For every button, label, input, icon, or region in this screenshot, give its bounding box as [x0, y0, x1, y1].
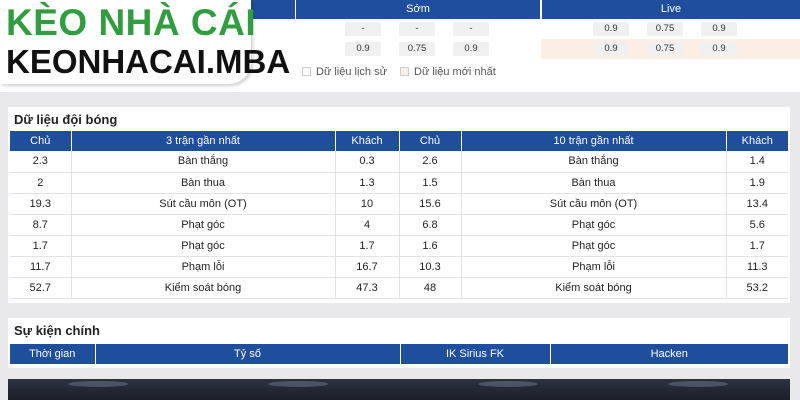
odds-value[interactable]: - [345, 22, 381, 36]
cell: Phạt góc [461, 214, 727, 236]
logo-line2: KEONHACAI.MBA [6, 43, 291, 80]
cell: 1.7 [335, 235, 400, 257]
odds-value[interactable]: 0.9 [345, 42, 381, 56]
cell: 16.7 [335, 256, 400, 278]
cell: 11.7 [10, 256, 72, 278]
cell: Sút cầu môn (OT) [71, 193, 336, 215]
cell: 11.3 [726, 256, 788, 278]
col-away-team: Hacken [550, 344, 788, 364]
table-row: 8.7 Phạt góc 4 6.8 Phạt góc 5.6 [10, 214, 788, 236]
cell: 10.3 [399, 256, 462, 278]
cell: Phạt góc [71, 214, 336, 236]
cell: Bàn thắng [71, 151, 336, 173]
odds-value[interactable]: - [453, 22, 489, 36]
legend-latest: Dữ liệu mới nhất [400, 66, 496, 78]
cell: 5.6 [726, 214, 788, 236]
odds-header-live: Live [542, 0, 800, 19]
team-stats-table: Chủ 3 trận gần nhất Khách Chủ 10 trận gầ… [10, 131, 788, 299]
col-home: Chủ [399, 131, 462, 151]
cell: 8.7 [10, 214, 72, 236]
odds-value[interactable]: 0.75 [647, 22, 683, 36]
legend-history-label: Dữ liệu lịch sử [316, 66, 387, 78]
team-data-title: Dữ liệu đội bóng [14, 112, 118, 127]
logo-line1: KÈO NHÀ CÁI [6, 2, 257, 43]
odds-header-blank [251, 0, 295, 19]
cell: 52.7 [10, 277, 72, 299]
events-header-row: Thời gian Tỷ số IK Sirius FK Hacken [10, 344, 788, 364]
cell: Kiểm soát bóng [461, 277, 727, 299]
cell: 1.5 [399, 172, 462, 194]
legend-latest-swatch [400, 67, 409, 76]
table-row: 2 Bàn thua 1.3 1.5 Bàn thua 1.9 [10, 172, 788, 194]
table-row: 1.7 Phạt góc 1.7 1.6 Phạt góc 1.7 [10, 235, 788, 257]
cell: 1.6 [399, 235, 462, 257]
legend-history-swatch [302, 67, 311, 76]
col-away: Khách [335, 131, 400, 151]
odds-value[interactable]: - [399, 22, 435, 36]
cell: Bàn thua [71, 172, 336, 194]
cell: 0.3 [335, 151, 400, 173]
odds-value[interactable]: 0.75 [647, 42, 683, 56]
team-data-panel: Dữ liệu đội bóng Chủ 3 trận gần nhất Khá… [8, 107, 790, 303]
table-row: 2.3 Bàn thắng 0.3 2.6 Bàn thắng 1.4 [10, 151, 788, 173]
cell: 2.6 [399, 151, 462, 173]
table-row: 19.3 Sút cầu môn (OT) 10 15.6 Sút cầu mô… [10, 193, 788, 215]
cell: 53.2 [726, 277, 788, 299]
cell: Phạm lỗi [461, 256, 727, 278]
cell: 4 [335, 214, 400, 236]
cell: 13.4 [726, 193, 788, 215]
cell: Phạm lỗi [71, 256, 336, 278]
col-home: Chủ [10, 131, 72, 151]
cell: 2.3 [10, 151, 72, 173]
events-panel: Sự kiện chính Thời gian Tỷ số IK Sirius … [8, 318, 790, 368]
cell: 2 [10, 172, 72, 194]
site-logo[interactable]: KÈO NHÀ CÁI KEONHACAI.MBA [0, 0, 290, 84]
table-row: 11.7 Phạm lỗi 16.7 10.3 Phạm lỗi 11.3 [10, 256, 788, 278]
cell: 1.4 [726, 151, 788, 173]
stadium-image [8, 379, 790, 400]
team-stats-header-row: Chủ 3 trận gần nhất Khách Chủ 10 trận gầ… [10, 131, 788, 151]
cell: 19.3 [10, 193, 72, 215]
cell: Sút cầu môn (OT) [461, 193, 727, 215]
cell: 1.7 [10, 235, 72, 257]
odds-value[interactable]: 0.9 [593, 22, 629, 36]
cell: 47.3 [335, 277, 400, 299]
cell: Kiểm soát bóng [71, 277, 336, 299]
col-last3: 3 trận gần nhất [71, 131, 336, 151]
table-row: 52.7 Kiểm soát bóng 47.3 48 Kiểm soát bó… [10, 277, 788, 299]
cell: 15.6 [399, 193, 462, 215]
cell: Phạt góc [71, 235, 336, 257]
col-last10: 10 trận gần nhất [461, 131, 727, 151]
cell: 48 [399, 277, 462, 299]
col-home-team: IK Sirius FK [400, 344, 551, 364]
odds-header-early: Sớm [296, 0, 540, 19]
odds-value[interactable]: 0.9 [453, 42, 489, 56]
odds-value[interactable]: 0.9 [701, 42, 737, 56]
col-away: Khách [726, 131, 788, 151]
col-score: Tỷ số [95, 344, 401, 364]
odds-value[interactable]: 0.75 [399, 42, 435, 56]
cell: 10 [335, 193, 400, 215]
cell: Bàn thắng [461, 151, 727, 173]
cell: 1.3 [335, 172, 400, 194]
odds-value[interactable]: 0.9 [701, 22, 737, 36]
odds-value[interactable]: 0.9 [593, 42, 629, 56]
legend-latest-label: Dữ liệu mới nhất [414, 66, 496, 78]
cell: 1.9 [726, 172, 788, 194]
cell: Bàn thua [461, 172, 727, 194]
events-title: Sự kiện chính [14, 323, 100, 338]
events-table: Thời gian Tỷ số IK Sirius FK Hacken [10, 344, 788, 364]
cell: 6.8 [399, 214, 462, 236]
cell: 1.7 [726, 235, 788, 257]
cell: Phạt góc [461, 235, 727, 257]
legend-history: Dữ liệu lịch sử [302, 66, 387, 78]
col-time: Thời gian [10, 344, 96, 364]
